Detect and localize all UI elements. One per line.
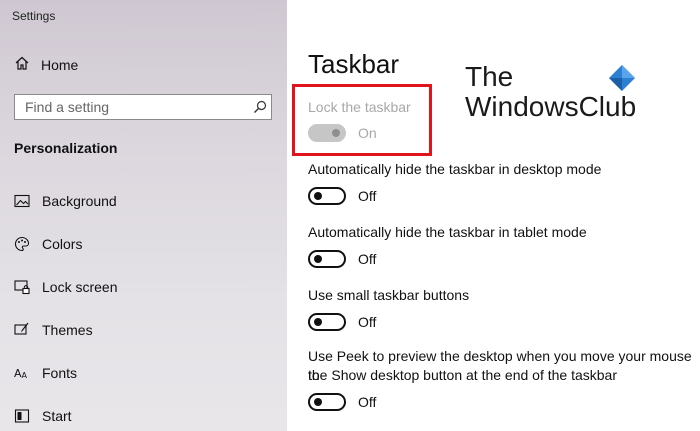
palette-icon <box>14 236 30 252</box>
sidebar-item-label: Lock screen <box>42 279 118 295</box>
themes-brush-icon <box>14 322 30 338</box>
windowsclub-logo-icon <box>609 65 635 91</box>
app-title: Settings <box>12 9 56 23</box>
toggle-state-label: Off <box>358 251 377 267</box>
fonts-icon: AA <box>14 365 30 381</box>
start-icon <box>14 408 30 424</box>
lock-taskbar-toggle[interactable] <box>308 124 346 142</box>
sidebar-item-label: Themes <box>42 322 93 338</box>
sidebar-item-themes[interactable]: Themes <box>14 321 93 339</box>
home-icon <box>14 55 30 76</box>
sidebar-item-lock-screen[interactable]: Lock screen <box>14 278 117 296</box>
sidebar-item-label: Background <box>42 193 117 209</box>
autohide-desktop-toggle[interactable] <box>308 187 346 205</box>
setting-label-autohide-tablet: Automatically hide the taskbar in tablet… <box>308 224 587 240</box>
search-icon[interactable] <box>249 100 271 114</box>
watermark-line2: WindowsClub <box>465 91 637 122</box>
toggle-knob <box>332 129 340 137</box>
image-icon <box>14 193 30 209</box>
sidebar: Settings Home Find a setting Personaliza… <box>0 0 287 431</box>
highlight-box <box>292 84 432 156</box>
setting-label-peek-line2: the Show desktop button at the end of th… <box>308 367 617 383</box>
lock-screen-icon <box>14 279 30 295</box>
sidebar-item-start[interactable]: Start <box>14 407 72 425</box>
lock-taskbar-toggle-row: On <box>308 123 377 143</box>
toggle-knob <box>314 398 322 406</box>
sidebar-item-label: Start <box>42 408 72 424</box>
toggle-state-label: Off <box>358 394 377 410</box>
autohide-tablet-toggle[interactable] <box>308 250 346 268</box>
small-buttons-toggle[interactable] <box>308 313 346 331</box>
toggle-knob <box>314 318 322 326</box>
sidebar-item-fonts[interactable]: AA Fonts <box>14 364 77 382</box>
toggle-knob <box>314 255 322 263</box>
section-title: Personalization <box>14 140 118 156</box>
sidebar-item-background[interactable]: Background <box>14 192 117 210</box>
toggle-state-label: Off <box>358 314 377 330</box>
toggle-state-label: Off <box>358 188 377 204</box>
sidebar-item-colors[interactable]: Colors <box>14 235 82 253</box>
setting-label-autohide-desktop: Automatically hide the taskbar in deskto… <box>308 161 602 177</box>
toggle-state-label: On <box>358 125 377 141</box>
svg-text:A: A <box>22 371 28 380</box>
page-title: Taskbar <box>308 49 400 79</box>
toggle-knob <box>314 192 322 200</box>
home-nav-item[interactable]: Home <box>14 56 78 74</box>
autohide-tablet-toggle-row: Off <box>308 249 376 269</box>
main-content: Taskbar The WindowsClub Lock the taskbar… <box>287 0 700 431</box>
search-input[interactable]: Find a setting <box>14 94 272 120</box>
small-buttons-toggle-row: Off <box>308 312 376 332</box>
setting-label-small-buttons: Use small taskbar buttons <box>308 287 470 303</box>
peek-toggle[interactable] <box>308 393 346 411</box>
sidebar-item-label: Fonts <box>42 365 78 381</box>
peek-toggle-row: Off <box>308 392 376 412</box>
setting-label-lock-taskbar: Lock the taskbar <box>308 99 411 115</box>
search-placeholder: Find a setting <box>25 99 110 115</box>
sidebar-item-label: Colors <box>42 236 83 252</box>
autohide-desktop-toggle-row: Off <box>308 186 376 206</box>
home-label: Home <box>41 57 79 73</box>
